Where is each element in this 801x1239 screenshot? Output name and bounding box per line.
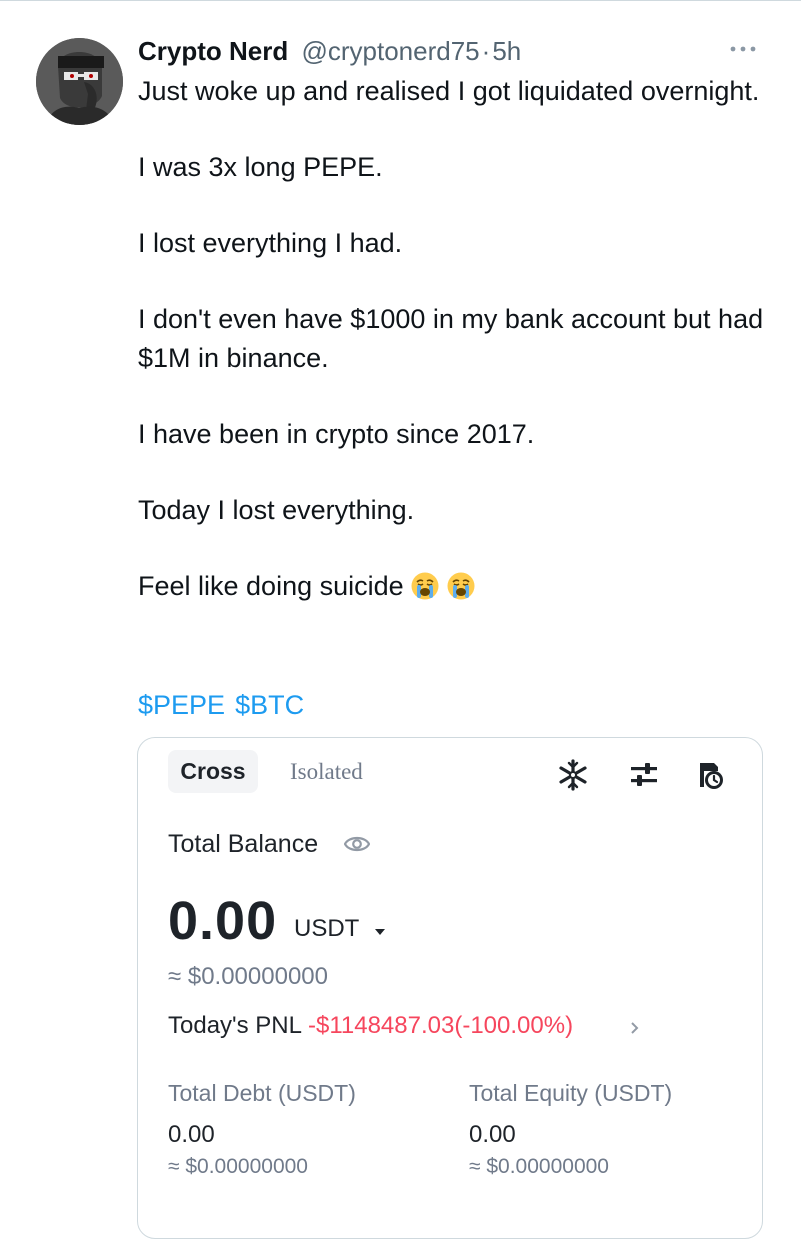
sliders-icon: [631, 763, 657, 786]
history-icon: [700, 763, 723, 789]
avatar-face-icon: [36, 38, 123, 125]
tweet-paragraph: I don't even have $1000 in my bank accou…: [138, 304, 764, 373]
more-horizontal-icon: [730, 46, 756, 52]
cashtag-pepe-link[interactable]: $PEPE: [138, 690, 225, 720]
tweet-paragraph: I have been in crypto since 2017.: [138, 419, 535, 449]
total-equity-fiat: ≈ $0.00000000: [469, 1155, 609, 1178]
pnl-label: Today's PNL: [168, 1012, 302, 1039]
tab-cross[interactable]: Cross: [168, 750, 258, 793]
toggle-visibility-button[interactable]: [343, 834, 371, 854]
chevron-right-icon[interactable]: [630, 1021, 640, 1035]
tweet-paragraph: I lost everything I had.: [138, 228, 403, 258]
eye-icon: [343, 836, 371, 852]
snowflake-icon: [559, 759, 587, 791]
total-equity-label: Total Equity (USDT): [469, 1080, 673, 1106]
crying-face-emoji-icon: [447, 572, 475, 600]
pnl-value: -$1148487.03(-100.00%): [307, 1012, 574, 1039]
snowflake-button[interactable]: [556, 758, 590, 792]
tweet-text: Just woke up and realised I got liquidat…: [138, 72, 778, 643]
chevron-right-shape: [631, 1022, 639, 1034]
caret-down-icon[interactable]: [374, 924, 386, 935]
author-name[interactable]: Crypto Nerd: [138, 36, 288, 66]
crying-face-emoji-icon: [411, 572, 439, 600]
balance-amount: 0.00: [168, 891, 278, 951]
top-divider: [0, 0, 801, 1]
cashtag-btc-link[interactable]: $BTC: [235, 690, 304, 720]
total-debt-value: 0.00: [168, 1121, 215, 1148]
tweet-last-paragraph: Feel like doing suicide: [138, 567, 778, 606]
tab-isolated[interactable]: Isolated: [290, 750, 363, 793]
balance-unit-select[interactable]: USDT: [294, 912, 359, 946]
post-time[interactable]: 5h: [492, 36, 521, 66]
balance-fiat: ≈ $0.00000000: [168, 963, 328, 990]
settings-sliders-button[interactable]: [627, 758, 661, 792]
tweet-paragraph: I was 3x long PEPE.: [138, 152, 383, 182]
total-debt-label: Total Debt (USDT): [168, 1080, 356, 1106]
caret-down-shape: [375, 929, 385, 935]
tweet-last-line: Feel like doing suicide: [138, 571, 404, 601]
todays-pnl-row[interactable]: Today's PNL -$1148487.03(-100.00%): [168, 1009, 573, 1043]
total-debt-fiat: ≈ $0.00000000: [168, 1155, 308, 1178]
header-separator: ·: [481, 36, 491, 66]
tweet-paragraph: Just woke up and realised I got liquidat…: [138, 76, 760, 106]
cashtags: $PEPE $BTC: [138, 686, 314, 724]
wallet-screenshot-card[interactable]: Cross Isolated Total Balance 0.00 USDT ≈…: [137, 737, 763, 1239]
total-equity-value: 0.00: [469, 1121, 516, 1148]
tweet-header: Crypto Nerd @cryptonerd75·5h: [138, 34, 521, 68]
more-options-button[interactable]: [727, 38, 759, 60]
history-button[interactable]: [694, 758, 728, 792]
avatar[interactable]: [36, 38, 123, 125]
total-balance-label: Total Balance: [168, 830, 319, 858]
author-handle[interactable]: @cryptonerd75: [301, 36, 479, 66]
tweet-paragraph: Today I lost everything.: [138, 495, 415, 525]
